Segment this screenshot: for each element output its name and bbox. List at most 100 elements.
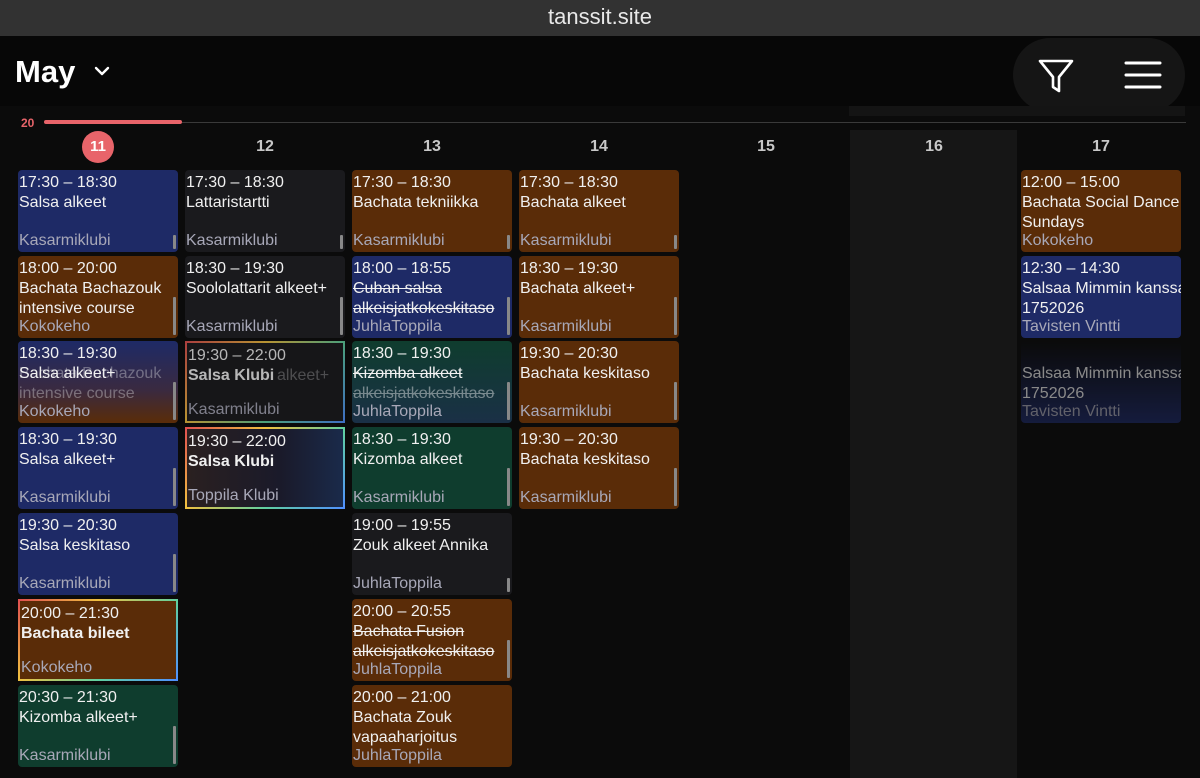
event-indicator (173, 726, 176, 764)
event-location: Toppila Klubi (188, 487, 279, 504)
day-column-16 (850, 130, 1017, 778)
event-title: Salsaa Mimmin kanssa 1752026 (1022, 365, 1181, 402)
event-title: Bachata bileet (21, 625, 130, 642)
event-card[interactable]: 20:30 – 21:30 Kizomba alkeet+ Kasarmiklubi (18, 685, 178, 767)
event-title: Kizomba alkeet (353, 451, 463, 468)
event-card[interactable]: 12:00 – 15:00 Bachata Social Dance Sunday… (1021, 170, 1181, 252)
day-label-16[interactable]: 16 (854, 138, 1014, 156)
event-location: Kokokeho (21, 659, 93, 676)
event-indicator (507, 297, 510, 335)
event-indicator (173, 235, 176, 249)
browser-url-bar[interactable]: tanssit.site (0, 0, 1200, 36)
event-title: Soololattarit alkeet+ (186, 280, 327, 297)
event-title: Salsa alkeet+ (19, 365, 116, 382)
event-title: Bachata Bachazouk intensive course (19, 280, 162, 317)
event-time: 19:30 – 20:30 (520, 345, 618, 362)
event-location: JuhlaToppila (353, 747, 442, 764)
event-title: Salsa alkeet+ (19, 451, 116, 468)
event-card-featured[interactable]: 20:00 – 21:30 Bachata bileet Kokokeho (18, 599, 178, 681)
event-card-drag-preview[interactable]: Salsaa Mimmin kanssa 1752026 Tavisten Vin… (1021, 341, 1181, 423)
day-label-12[interactable]: 12 (185, 138, 345, 156)
weekend-shade (849, 106, 1185, 116)
event-time: 19:30 – 22:00 (188, 433, 286, 450)
event-card-featured[interactable]: 19:30 – 22:00 Salsa Klubi Toppila Klubi (185, 427, 345, 509)
event-card[interactable]: 17:30 – 18:30 Lattaristartti Kasarmiklubi (185, 170, 345, 252)
event-indicator (507, 382, 510, 420)
event-location: Kasarmiklubi (19, 575, 111, 592)
event-location: Kokokeho (1022, 232, 1094, 249)
event-location: Kasarmiklubi (520, 232, 612, 249)
event-time: 18:30 – 19:30 (19, 345, 117, 362)
day-label-11[interactable]: 11 (82, 131, 114, 163)
day-label-15[interactable]: 15 (686, 138, 846, 156)
event-card[interactable]: Bachata Bachazouk intensive course 18:30 … (18, 341, 178, 423)
event-card[interactable]: 17:30 – 18:30 Bachata tekniikka Kasarmiklu… (352, 170, 512, 252)
event-title: Salsa alkeet (19, 194, 107, 211)
event-time: 17:30 – 18:30 (186, 174, 284, 191)
event-card[interactable]: 19:30 – 20:30 Bachata keskitaso Kasarmiklu… (519, 341, 679, 423)
event-card[interactable]: 17:30 – 18:30 Bachata alkeet Kasarmiklubi (519, 170, 679, 252)
event-card[interactable]: 12:30 – 14:30 Salsaa Mimmin kanssa 175202… (1021, 256, 1181, 338)
event-card-cancelled[interactable]: 20:00 – 20:55 Bachata Fusion alkeisjatkok… (352, 599, 512, 681)
event-card-cancelled[interactable]: 18:00 – 18:55 Cuban salsa alkeisjatkokesk… (352, 256, 512, 338)
event-indicator (674, 382, 677, 420)
event-indicator (507, 468, 510, 506)
event-card[interactable]: 18:30 – 19:30 Bachata alkeet+ Kasarmiklubi (519, 256, 679, 338)
event-card[interactable]: 18:30 – 19:30 Soololattarit alkeet+ Kasarm… (185, 256, 345, 338)
timeline-label: 20 (21, 116, 35, 130)
event-card[interactable]: 19:30 – 20:30 Bachata keskitaso Kasarmiklu… (519, 427, 679, 509)
event-location: Kokokeho (19, 318, 91, 335)
event-indicator (507, 640, 510, 678)
timeline-track (182, 122, 1186, 123)
filter-icon[interactable] (1036, 56, 1076, 96)
event-indicator (674, 468, 677, 506)
event-title: Lattaristartti (186, 194, 270, 211)
menu-icon[interactable] (1124, 58, 1162, 92)
event-location: Kasarmiklubi (186, 232, 278, 249)
event-card[interactable]: 17:30 – 18:30 Salsa alkeet Kasarmiklubi (18, 170, 178, 252)
event-indicator (173, 554, 176, 592)
event-time: 18:00 – 18:55 (353, 260, 451, 277)
event-title: Bachata keskitaso (520, 365, 650, 382)
chevron-down-icon[interactable] (94, 64, 110, 78)
event-location: JuhlaToppila (353, 318, 442, 335)
event-indicator (507, 235, 510, 249)
event-location: Kasarmiklubi (19, 232, 111, 249)
day-label-13[interactable]: 13 (352, 138, 512, 156)
event-card[interactable]: alkeisjatkokeskitaso 18:30 – 19:30 Kizomba… (352, 341, 512, 423)
event-time: 19:30 – 22:00 (188, 347, 286, 364)
event-card-featured[interactable]: alkeet+ 19:30 – 22:00 Salsa Klubi Kasarmikl… (185, 341, 345, 423)
month-title[interactable]: May (15, 54, 75, 90)
event-time: 18:30 – 19:30 (19, 431, 117, 448)
event-time: 20:00 – 21:30 (21, 605, 119, 622)
event-title: Bachata alkeet (520, 194, 626, 211)
event-time: 20:00 – 20:55 (353, 603, 451, 620)
event-title: Bachata alkeet+ (520, 280, 636, 297)
day-label-14[interactable]: 14 (519, 138, 679, 156)
event-location: Kokokeho (19, 403, 91, 420)
event-title: Bachata Fusion alkeisjatkokeskitaso (353, 623, 495, 660)
event-card[interactable]: 18:30 – 19:30 Kizomba alkeet Kasarmiklubi (352, 427, 512, 509)
event-indicator (173, 382, 176, 420)
event-location: Kasarmiklubi (520, 403, 612, 420)
event-card[interactable]: 19:30 – 20:30 Salsa keskitaso Kasarmiklubi (18, 513, 178, 595)
event-location: JuhlaToppila (353, 403, 442, 420)
event-location: Kasarmiklubi (520, 318, 612, 335)
event-card[interactable]: 19:00 – 19:55 Zouk alkeet Annika JuhlaTopp… (352, 513, 512, 595)
event-card[interactable]: 18:00 – 20:00 Bachata Bachazouk intensive… (18, 256, 178, 338)
event-ghost-title: alkeisjatkokeskitaso (353, 385, 495, 402)
timeline-progress (44, 120, 182, 124)
event-time: 12:30 – 14:30 (1022, 260, 1120, 277)
event-title: Bachata Zouk vapaaharjoitus (353, 709, 458, 746)
event-location: Kasarmiklubi (188, 401, 280, 418)
event-time: 18:30 – 19:30 (186, 260, 284, 277)
event-title: Salsa keskitaso (19, 537, 131, 554)
day-label-17[interactable]: 17 (1021, 138, 1181, 156)
event-location: Kasarmiklubi (19, 489, 111, 506)
event-time: 19:30 – 20:30 (520, 431, 618, 448)
url-text: tanssit.site (548, 4, 652, 29)
event-time: 18:30 – 19:30 (353, 345, 451, 362)
event-card[interactable]: 20:00 – 21:00 Bachata Zouk vapaaharjoitus… (352, 685, 512, 767)
event-indicator (674, 235, 677, 249)
event-card[interactable]: 18:30 – 19:30 Salsa alkeet+ Kasarmiklubi (18, 427, 178, 509)
